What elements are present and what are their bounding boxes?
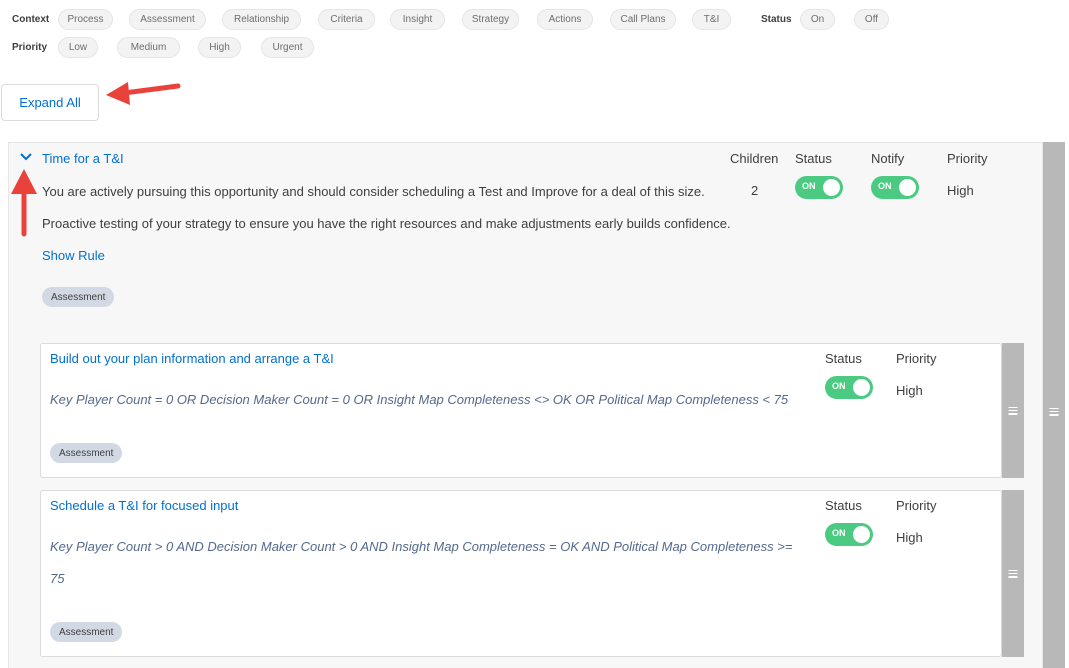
context-filter-label: Context bbox=[12, 14, 50, 25]
chevron-down-icon[interactable] bbox=[19, 150, 33, 164]
context-tag: Assessment bbox=[50, 622, 123, 642]
child-rule-condition: Key Player Count = 0 OR Decision Maker C… bbox=[50, 392, 789, 407]
filter-pill-off[interactable]: Off bbox=[854, 9, 889, 30]
status-column-header: Status bbox=[795, 151, 832, 166]
status-toggle-label: ON bbox=[832, 381, 846, 391]
filter-pill-assessment[interactable]: Assessment bbox=[129, 9, 206, 30]
status-column-header: Status bbox=[825, 498, 862, 513]
filter-pill-actions[interactable]: Actions bbox=[537, 9, 593, 30]
priority-column-header: Priority bbox=[896, 498, 937, 513]
annotation-arrow-up-icon bbox=[11, 169, 37, 237]
priority-column-header: Priority bbox=[947, 151, 988, 166]
notify-toggle-label: ON bbox=[878, 181, 892, 191]
status-toggle[interactable]: ON bbox=[795, 176, 843, 199]
priority-value: High bbox=[947, 183, 974, 198]
drag-handle[interactable] bbox=[1002, 343, 1024, 478]
filter-pill-urgent[interactable]: Urgent bbox=[261, 37, 314, 58]
status-toggle-label: ON bbox=[802, 181, 816, 191]
children-count: 2 bbox=[751, 183, 759, 198]
drag-handle-icon bbox=[1049, 408, 1059, 416]
child-rule-title[interactable]: Build out your plan information and arra… bbox=[50, 351, 334, 366]
child-rule-title[interactable]: Schedule a T&I for focused input bbox=[50, 498, 238, 513]
filter-pill-insight[interactable]: Insight bbox=[390, 9, 445, 30]
filter-pill-criteria[interactable]: Criteria bbox=[318, 9, 375, 30]
priority-filter-label: Priority bbox=[12, 42, 48, 53]
filter-pill-ti[interactable]: T&I bbox=[692, 9, 731, 30]
drag-handle-icon bbox=[1008, 406, 1018, 415]
priority-value: High bbox=[896, 530, 923, 545]
priority-value: High bbox=[896, 383, 923, 398]
notify-column-header: Notify bbox=[871, 151, 905, 166]
toggle-knob bbox=[853, 526, 870, 543]
child-rule-condition: Key Player Count > 0 AND Decision Maker … bbox=[50, 539, 793, 586]
status-toggle[interactable]: ON bbox=[825, 376, 873, 399]
filter-pill-medium[interactable]: Medium bbox=[117, 37, 180, 58]
status-filter-label: Status bbox=[761, 14, 792, 25]
drag-handle[interactable] bbox=[1002, 490, 1024, 657]
drag-handle[interactable] bbox=[1043, 142, 1065, 668]
filter-pill-process[interactable]: Process bbox=[58, 9, 113, 30]
status-toggle[interactable]: ON bbox=[825, 523, 873, 546]
drag-handle-icon bbox=[1008, 569, 1018, 578]
show-rule-link[interactable]: Show Rule bbox=[42, 248, 105, 263]
expand-all-button[interactable]: Expand All bbox=[1, 84, 99, 121]
priority-column-header: Priority bbox=[896, 351, 937, 366]
status-column-header: Status bbox=[825, 351, 862, 366]
children-column-header: Children bbox=[730, 151, 779, 166]
context-tag: Assessment bbox=[42, 287, 115, 307]
toggle-knob bbox=[899, 179, 916, 196]
context-tag: Assessment bbox=[50, 443, 123, 463]
filter-pill-relationship[interactable]: Relationship bbox=[222, 9, 301, 30]
filter-pill-on[interactable]: On bbox=[800, 9, 835, 30]
rule-description-text: You are actively pursuing this opportuni… bbox=[42, 184, 731, 231]
filter-pill-high[interactable]: High bbox=[198, 37, 241, 58]
annotation-arrow-left-icon bbox=[106, 82, 181, 105]
rule-title[interactable]: Time for a T&I bbox=[42, 151, 124, 166]
filter-pill-call-plans[interactable]: Call Plans bbox=[610, 9, 676, 30]
status-toggle-label: ON bbox=[832, 528, 846, 538]
notify-toggle[interactable]: ON bbox=[871, 176, 919, 199]
rule-description: You are actively pursuing this opportuni… bbox=[42, 176, 732, 272]
filter-pill-strategy[interactable]: Strategy bbox=[462, 9, 519, 30]
toggle-knob bbox=[853, 379, 870, 396]
filter-pill-low[interactable]: Low bbox=[58, 37, 98, 58]
toggle-knob bbox=[823, 179, 840, 196]
